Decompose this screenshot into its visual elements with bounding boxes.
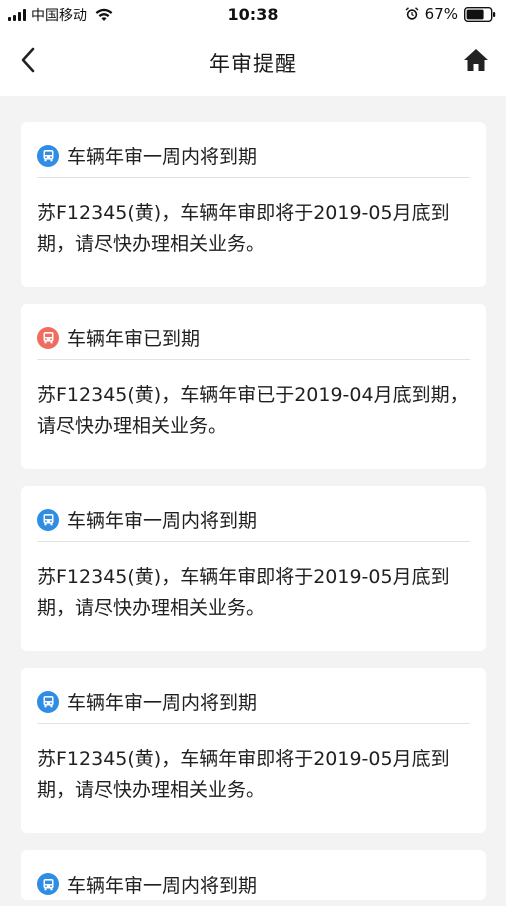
- battery-percentage: 67%: [424, 5, 458, 23]
- card-message: 苏F12345(黄)，车辆年审即将于2019-05月底到期，请尽快办理相关业务。: [37, 202, 450, 255]
- status-bar: 中国移动 10:38 67%: [0, 0, 506, 30]
- bus-icon: [37, 690, 59, 713]
- card-title: 车辆年审一周内将到期: [67, 146, 258, 168]
- card-title: 车辆年审一周内将到期: [67, 510, 258, 532]
- card-header: 车辆年审一周内将到期: [37, 862, 470, 906]
- bus-icon: [37, 873, 59, 895]
- card-header: 车辆年审一周内将到期: [37, 498, 470, 542]
- card-header: 车辆年审一周内将到期: [37, 680, 470, 724]
- battery-icon: [464, 6, 496, 22]
- card-title: 车辆年审一周内将到期: [67, 692, 258, 714]
- card-message: 苏F12345(黄)，车辆年审即将于2019-05月底到期，请尽快办理相关业务。: [37, 748, 450, 801]
- page-title: 年审提醒: [209, 52, 297, 76]
- reminder-card[interactable]: 车辆年审一周内将到期 苏F12345(黄)，车辆年审即将于2019-05月底到期…: [21, 668, 486, 833]
- reminder-card[interactable]: 车辆年审已到期 苏F12345(黄)，车辆年审已于2019-04月底到期，请尽快…: [21, 304, 486, 469]
- home-icon: [464, 49, 488, 71]
- status-right: 67%: [405, 5, 496, 23]
- card-title: 车辆年审已到期: [67, 328, 201, 350]
- reminder-card[interactable]: 车辆年审一周内将到期 苏F12345(黄)，车辆年审即将于2019-05月底到期…: [21, 486, 486, 651]
- navigation-bar: 年审提醒: [0, 30, 506, 96]
- reminder-card[interactable]: 车辆年审一周内将到期: [21, 850, 486, 900]
- home-button[interactable]: [460, 44, 492, 76]
- card-message: 苏F12345(黄)，车辆年审即将于2019-05月底到期，请尽快办理相关业务。: [37, 566, 450, 619]
- alarm-icon: [405, 7, 419, 20]
- card-message: 苏F12345(黄)，车辆年审已于2019-04月底到期，请尽快办理相关业务。: [37, 384, 469, 437]
- card-header: 车辆年审一周内将到期: [37, 134, 470, 178]
- card-header: 车辆年审已到期: [37, 316, 470, 360]
- bus-icon: [37, 508, 59, 531]
- bus-icon: [37, 144, 59, 167]
- bus-icon: [37, 326, 59, 349]
- card-title: 车辆年审一周内将到期: [67, 874, 258, 897]
- reminder-card[interactable]: 车辆年审一周内将到期 苏F12345(黄)，车辆年审即将于2019-05月底到期…: [21, 122, 486, 287]
